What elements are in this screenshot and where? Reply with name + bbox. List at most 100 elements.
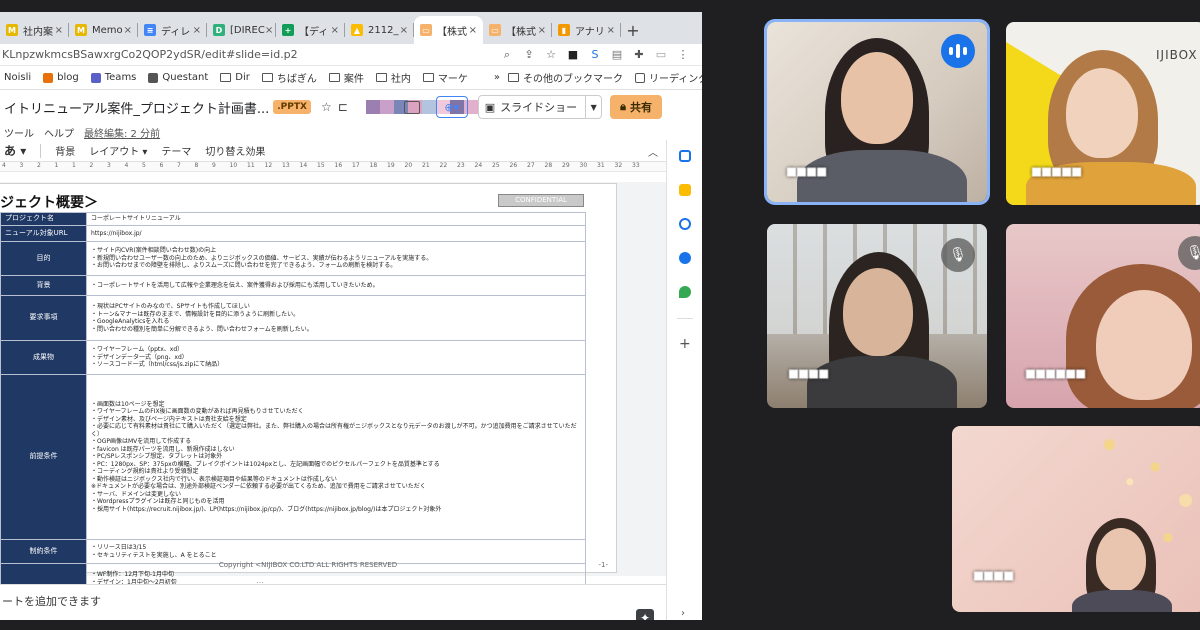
url-text[interactable]: KLnpzwkmcsBSawxrgCo2QOP2ydSR/edit#slide=…: [0, 48, 496, 61]
browser-tab[interactable]: ≡ ディレ ×: [138, 16, 207, 44]
browser-tab[interactable]: M Memo ×: [69, 16, 138, 44]
add-addon-icon[interactable]: +: [679, 336, 691, 352]
video-tile-2[interactable]: IJIBOX ■■■■■: [1006, 22, 1200, 205]
background-button[interactable]: 背景: [55, 143, 75, 158]
bookmark-item[interactable]: Questant: [148, 72, 208, 83]
video-tile-3[interactable]: 🎙︎ ■■■■: [767, 224, 987, 408]
bookmark-item[interactable]: blog: [43, 72, 79, 83]
share-button[interactable]: 🔒︎ 共有: [610, 95, 662, 119]
tab-close-icon[interactable]: ×: [265, 25, 273, 36]
calendar-icon[interactable]: [679, 150, 691, 162]
menu-tools[interactable]: ツール: [4, 125, 34, 140]
last-edit-link[interactable]: 最終編集: 2 分前: [84, 125, 160, 140]
explore-icon[interactable]: ✦: [636, 609, 654, 620]
zoom-icon[interactable]: ⌕: [496, 48, 518, 62]
browser-tab[interactable]: + 【ディ ×: [276, 16, 345, 44]
slideshow-button[interactable]: ▣ スライドショー ▼: [477, 95, 603, 119]
bookmarks-more[interactable]: »: [494, 72, 500, 83]
bookmark-item[interactable]: Teams: [90, 72, 136, 83]
bookmark-item[interactable]: 案件: [328, 70, 364, 85]
row-content[interactable]: ・現状はPCサイトのみなので、SPサイトも作成してほしい ・トーン&マナーは既存…: [86, 295, 586, 341]
tab-close-icon[interactable]: ×: [331, 25, 339, 36]
ruler-tick: 3: [107, 162, 111, 169]
bookmark-star-icon[interactable]: ☆: [540, 48, 562, 61]
contacts-icon[interactable]: [679, 252, 691, 264]
menu-dots-icon[interactable]: ⋮: [672, 48, 694, 61]
video-tile-1[interactable]: ■■■■: [767, 22, 987, 202]
ruler-tick: 2: [89, 162, 94, 169]
extension-sheet-icon[interactable]: ▤: [606, 48, 628, 61]
maps-icon[interactable]: [679, 286, 691, 298]
row-content[interactable]: コーポレートサイトリニューアル: [86, 212, 586, 226]
address-bar[interactable]: KLnpzwkmcsBSawxrgCo2QOP2ydSR/edit#slide=…: [0, 44, 702, 66]
star-icon[interactable]: ☆: [321, 100, 332, 114]
slide[interactable]: ジェクト概要＞ CONFIDENTIAL プロジェクト名 コーポレートサイトリニュ…: [0, 184, 616, 620]
row-content[interactable]: ・リリース日は3/15 ・セキュリティテストを実施し、A をとること: [86, 539, 586, 564]
ruler-tick: 15: [317, 162, 325, 169]
share-label: 共有: [630, 101, 652, 114]
row-content[interactable]: https://nijibox.jp/: [86, 224, 586, 242]
bookmark-item[interactable]: ちばぎん: [261, 70, 317, 85]
project-overview-table[interactable]: プロジェクト名 コーポレートサイトリニューアル ニューアル対象URL https://…: [0, 212, 586, 620]
bookmark-item[interactable]: Dir: [220, 72, 250, 83]
share-icon[interactable]: ⇪: [518, 48, 540, 61]
browser-tab[interactable]: ▭ 【株式 ×: [414, 16, 483, 44]
doc-title[interactable]: イトリニューアル案件_プロジェクト計画書...: [4, 98, 269, 117]
row-label[interactable]: 成果物: [0, 340, 87, 375]
row-label[interactable]: 制約条件: [0, 539, 87, 564]
browser-tab[interactable]: ▮ アナリ ×: [552, 16, 621, 44]
meet-present-button[interactable]: ⊕▾: [435, 96, 468, 118]
row-content[interactable]: ・サイト内CVR(案件相談問い合わせ数)の向上 ・新規問い合わせユーザー数の向上…: [86, 241, 586, 276]
tab-close-icon[interactable]: ×: [55, 25, 63, 36]
font-input-button[interactable]: あ ▾: [4, 142, 26, 159]
speaker-notes[interactable]: ートを追加できます: [0, 584, 666, 620]
move-icon[interactable]: ⊏: [338, 100, 348, 114]
layout-button[interactable]: レイアウト ▾: [89, 143, 147, 158]
video-tile-4[interactable]: 🎙︎ ■■■■■■: [1006, 224, 1200, 408]
tab-close-icon[interactable]: ×: [607, 25, 615, 36]
transition-button[interactable]: 切り替え効果: [205, 143, 265, 158]
bookmark-item[interactable]: 社内: [375, 70, 411, 85]
tab-close-icon[interactable]: ×: [400, 25, 408, 36]
browser-tab[interactable]: D [DIREC ×: [207, 16, 276, 44]
participant-video: [952, 426, 1200, 612]
profile-icon[interactable]: ▭: [650, 48, 672, 61]
tab-close-icon[interactable]: ×: [538, 25, 546, 36]
speaking-indicator-icon: [941, 34, 975, 68]
row-label[interactable]: ニューアル対象URL: [0, 224, 87, 242]
extension-s-icon[interactable]: S: [584, 48, 606, 61]
bookmark-item[interactable]: マーケ: [422, 70, 468, 85]
chevron-right-icon[interactable]: ›: [681, 608, 685, 619]
bookmark-item[interactable]: Noisli: [4, 72, 31, 83]
theme-button[interactable]: テーマ: [161, 143, 191, 158]
tab-close-icon[interactable]: ×: [193, 25, 201, 36]
extension-icon[interactable]: ■: [562, 48, 584, 61]
video-tile-5[interactable]: ■■■■: [952, 426, 1200, 612]
row-content[interactable]: ・コーポレートサイトを活用して広報や企業理念を伝え、案件獲得および採用にも活用し…: [86, 274, 586, 296]
browser-tab[interactable]: M 社内案 ×: [0, 16, 69, 44]
chevron-up-icon[interactable]: ︿: [648, 144, 658, 159]
ruler-tick: 16: [334, 162, 343, 169]
tasks-icon[interactable]: [679, 218, 691, 230]
menu-help[interactable]: ヘルプ: [44, 125, 74, 140]
browser-tab[interactable]: ▲ 2112_ ×: [345, 16, 414, 44]
tab-close-icon[interactable]: ×: [124, 25, 132, 36]
row-label[interactable]: 目的: [0, 241, 87, 276]
table-row: ニューアル対象URL https://nijibox.jp/: [0, 224, 586, 242]
keep-icon[interactable]: [679, 184, 691, 196]
slide-title[interactable]: ジェクト概要＞: [0, 192, 98, 212]
browser-tab[interactable]: ▭ 【株式 ×: [483, 16, 552, 44]
row-label[interactable]: 前提条件: [0, 373, 87, 540]
row-label[interactable]: 背景: [0, 274, 87, 296]
comment-icon[interactable]: [403, 100, 420, 114]
new-tab-button[interactable]: +: [621, 16, 645, 44]
row-label[interactable]: プロジェクト名: [0, 212, 87, 226]
other-bookmarks-folder[interactable]: その他のブックマーク: [508, 70, 623, 85]
chevron-down-icon[interactable]: ▼: [585, 96, 601, 118]
reading-list[interactable]: リーディング リスト: [635, 70, 702, 85]
row-label[interactable]: 要求事項: [0, 295, 87, 341]
row-content[interactable]: ・画面数は10ページを想定 ・ワイヤーフレームのFIX後に画面数の変動があれば再…: [86, 373, 586, 540]
puzzle-icon[interactable]: ✚: [628, 48, 650, 61]
tab-close-icon[interactable]: ×: [469, 25, 477, 36]
row-content[interactable]: ・ワイヤーフレーム（pptx、xd） ・デザインデータ一式（png、xd） ・ソ…: [86, 340, 586, 375]
